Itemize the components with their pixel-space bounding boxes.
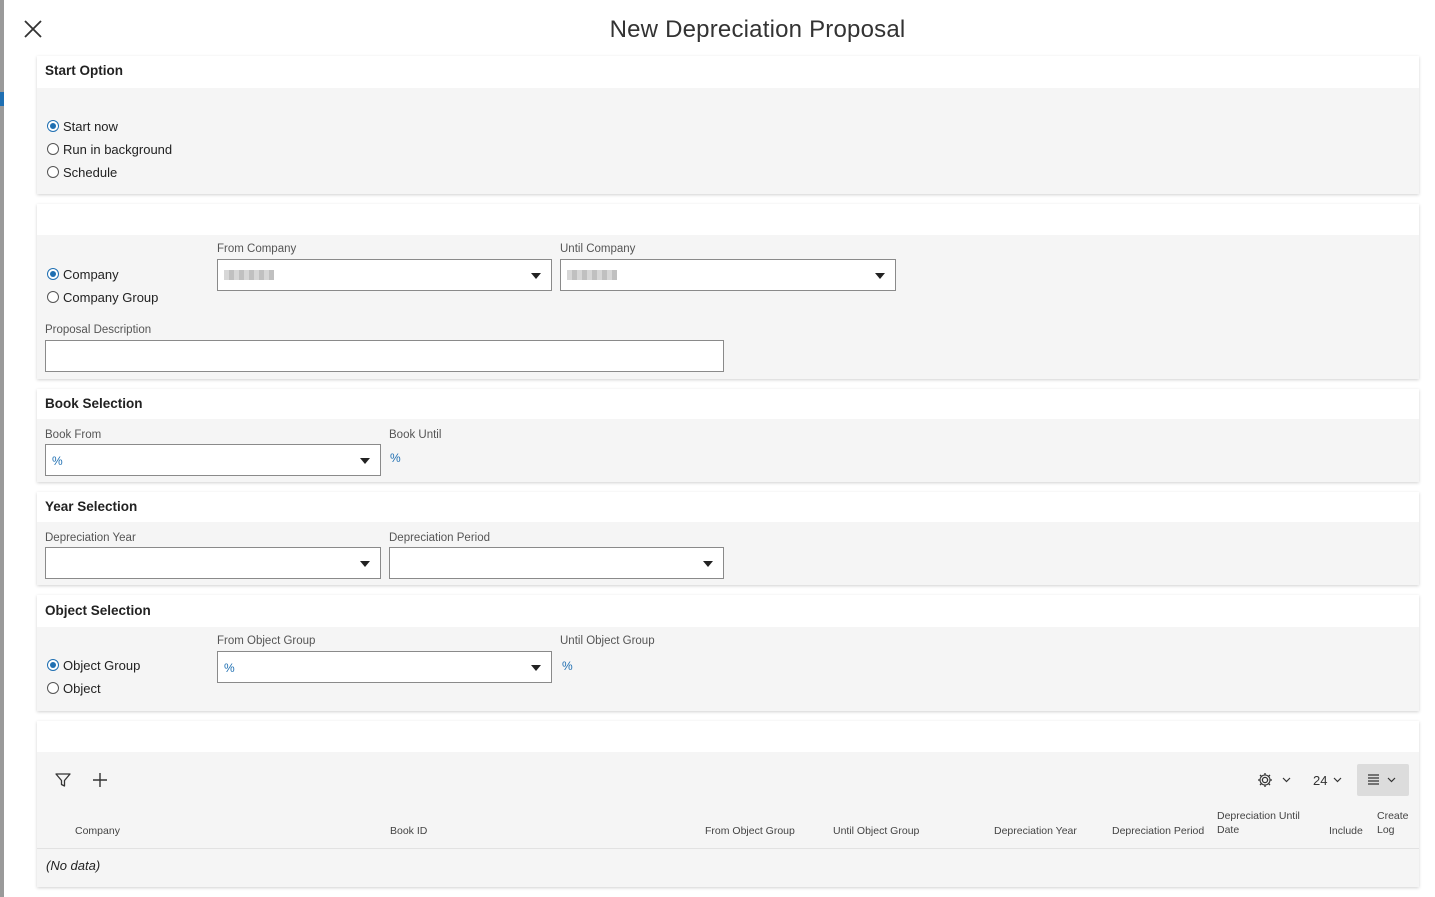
chevron-down-icon [703, 561, 713, 567]
panel-header [37, 204, 1419, 235]
radio-run-in-background[interactable]: Run in background [47, 140, 172, 158]
until-company-label: Until Company [560, 243, 636, 255]
proposal-description-input[interactable] [45, 340, 724, 372]
radio-button[interactable] [47, 268, 59, 280]
radio-label: Object Group [63, 657, 141, 673]
gear-icon [1258, 773, 1291, 787]
radio-label: Object [63, 680, 101, 696]
book-selection-panel: Book Selection Book From % Book Until % [37, 389, 1419, 482]
year-selection-panel: Year Selection Depreciation Year Depreci… [37, 492, 1419, 585]
from-object-group-label: From Object Group [217, 635, 316, 647]
list-view-icon [1368, 774, 1396, 785]
start-option-panel: Start Option Start now Run in background… [37, 56, 1419, 194]
radio-start-now[interactable]: Start now [47, 117, 118, 135]
book-from-label: Book From [45, 429, 102, 441]
column-header-include[interactable]: Include [1329, 824, 1363, 838]
chevron-down-icon [531, 273, 541, 279]
radio-label: Start now [63, 118, 118, 134]
from-company-select[interactable] [217, 259, 552, 291]
column-header-create-log[interactable]: Create Log [1377, 809, 1413, 837]
until-object-group-value: % [562, 659, 573, 673]
radio-label: Schedule [63, 164, 118, 180]
column-header-company[interactable]: Company [75, 824, 120, 838]
page-size-select[interactable]: 24 [1313, 771, 1345, 789]
year-selection-title: Year Selection [45, 499, 138, 514]
radio-company-group[interactable]: Company Group [47, 288, 158, 306]
radio-button[interactable] [47, 166, 59, 178]
radio-object[interactable]: Object [47, 679, 101, 697]
background-page-edge [0, 0, 4, 897]
chevron-down-icon [531, 665, 541, 671]
column-header-until-object-group[interactable]: Until Object Group [833, 824, 919, 838]
start-option-title: Start Option [45, 63, 123, 78]
page-size-value: 24 [1313, 772, 1328, 788]
column-header-depreciation-period[interactable]: Depreciation Period [1112, 824, 1204, 838]
radio-object-group[interactable]: Object Group [47, 656, 140, 674]
background-page-marker [0, 92, 4, 106]
view-mode-button[interactable] [1357, 764, 1409, 796]
radio-button[interactable] [47, 120, 59, 132]
panel-header [37, 389, 1419, 419]
book-from-value: % [52, 454, 63, 468]
radio-schedule[interactable]: Schedule [47, 163, 117, 181]
add-icon[interactable] [91, 771, 109, 794]
object-selection-title: Object Selection [45, 603, 151, 618]
radio-button[interactable] [47, 291, 59, 303]
chevron-down-icon [360, 458, 370, 464]
proposal-table-panel [37, 721, 1419, 887]
redacted-value [567, 270, 617, 280]
from-company-label: From Company [217, 243, 297, 255]
until-company-select[interactable] [560, 259, 896, 291]
radio-label: Company [63, 266, 119, 282]
table-empty-message: (No data) [46, 858, 101, 873]
chevron-down-icon [360, 561, 370, 567]
column-header-book-id[interactable]: Book ID [390, 824, 427, 838]
panel-header [37, 56, 1419, 88]
column-header-depreciation-until-date[interactable]: Depreciation Until Date [1217, 809, 1309, 837]
book-until-label: Book Until [389, 429, 442, 441]
chevron-down-icon [875, 273, 885, 279]
radio-label: Run in background [63, 141, 173, 157]
panel-header [37, 492, 1419, 522]
redacted-value [224, 270, 274, 280]
book-selection-title: Book Selection [45, 396, 143, 411]
company-panel: Company Company Group From Company Until… [37, 204, 1419, 379]
until-object-group-label: Until Object Group [560, 635, 655, 647]
book-from-select[interactable]: % [45, 444, 381, 476]
book-until-value: % [390, 451, 401, 465]
column-header-from-object-group[interactable]: From Object Group [705, 824, 795, 838]
panel-header [37, 595, 1419, 627]
depreciation-year-label: Depreciation Year [45, 532, 136, 544]
radio-label: Company Group [63, 289, 159, 305]
filter-icon[interactable] [54, 771, 72, 794]
radio-button[interactable] [47, 682, 59, 694]
radio-button[interactable] [47, 659, 59, 671]
column-header-depreciation-year[interactable]: Depreciation Year [994, 824, 1077, 838]
table-header-divider [37, 848, 1419, 849]
depreciation-period-select[interactable] [389, 547, 724, 579]
settings-menu-button[interactable] [1256, 771, 1294, 794]
proposal-description-label: Proposal Description [45, 324, 152, 336]
panel-header [37, 721, 1419, 752]
from-object-group-select[interactable]: % [217, 651, 552, 683]
chevron-down-icon [1334, 777, 1342, 783]
radio-button[interactable] [47, 143, 59, 155]
radio-company[interactable]: Company [47, 265, 119, 283]
depreciation-period-label: Depreciation Period [389, 532, 491, 544]
object-selection-panel: Object Selection Object Group Object Fro… [37, 595, 1419, 711]
dialog-title: New Depreciation Proposal [609, 16, 906, 43]
from-object-group-value: % [224, 661, 235, 675]
depreciation-year-select[interactable] [45, 547, 381, 579]
